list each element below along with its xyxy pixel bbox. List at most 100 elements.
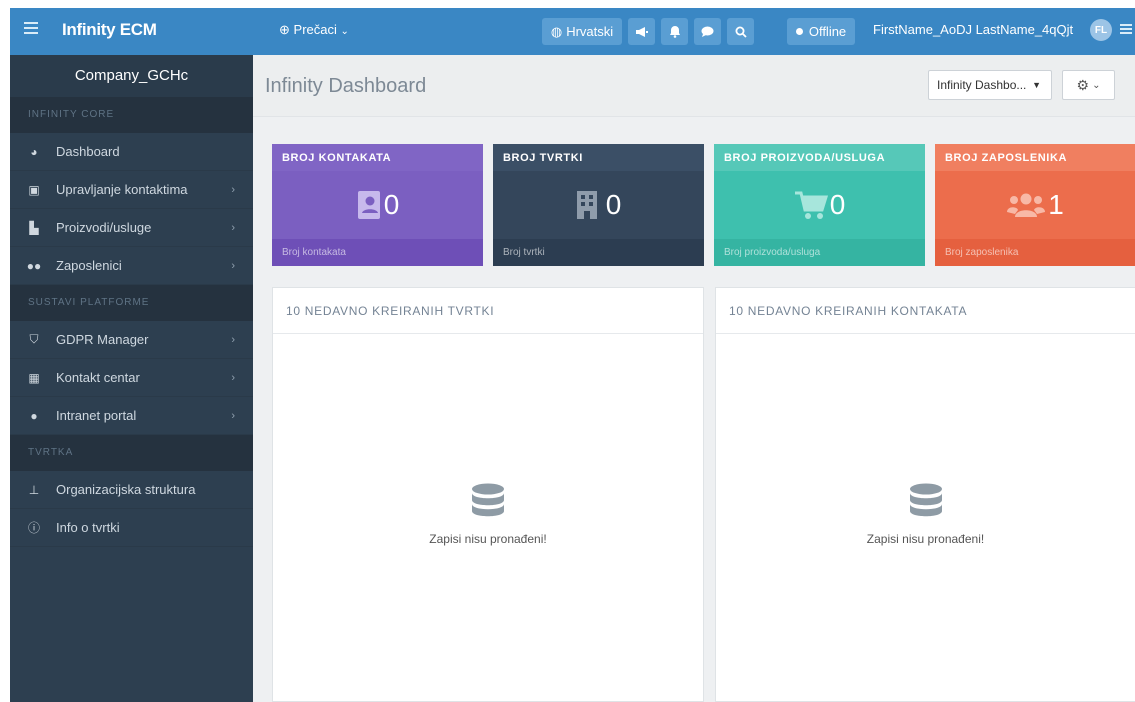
contact-card-icon: ▣ <box>28 182 40 197</box>
main-content: Infinity Dashboard Infinity Dashbo... ▼ … <box>253 55 1135 702</box>
sidebar-item-label: Intranet portal <box>56 408 137 423</box>
company-name: Company_GCHc <box>10 55 253 97</box>
sidebar-item-gdpr[interactable]: ⛉ GDPR Manager › <box>10 321 253 359</box>
database-icon <box>909 483 942 517</box>
gear-icon: ⚙ <box>1076 76 1090 93</box>
shortcuts-menu[interactable]: ⊕ Prečaci ⌄ <box>279 22 349 38</box>
page-title: Infinity Dashboard <box>265 75 427 97</box>
brand-logo[interactable]: Infinity ECM <box>62 20 157 40</box>
comment-icon: ● <box>30 408 38 423</box>
chevron-right-icon: › <box>231 222 235 234</box>
sidebar-item-company-info[interactable]: ⓘ Info o tvrtki <box>10 509 253 547</box>
sidebar-item-label: Upravljanje kontaktima <box>56 182 188 197</box>
sidebar-item-label: Kontakt centar <box>56 370 140 385</box>
card-footer: Broj zaposlenika <box>935 239 1135 266</box>
language-label: Hrvatski <box>566 24 614 39</box>
card-value: 0 <box>383 189 400 220</box>
sitemap-icon: ⊥ <box>28 482 40 497</box>
card-body: 0 <box>493 171 704 239</box>
user-name[interactable]: FirstName_AoDJ LastName_4qQjt <box>873 22 1073 37</box>
card-footer: Broj tvrtki <box>493 239 704 266</box>
empty-state: Zapisi nisu pronađeni! <box>273 483 703 546</box>
chevron-right-icon: › <box>231 372 235 384</box>
sidebar-item-dashboard[interactable]: ◕ Dashboard <box>10 133 253 171</box>
dashboard-select[interactable]: Infinity Dashbo... ▼ <box>928 70 1052 100</box>
chevron-right-icon: › <box>231 184 235 196</box>
database-icon <box>472 483 504 517</box>
recent-contacts-panel: 10 NEDAVNO KREIRANIH KONTAKATA Zapisi ni… <box>715 287 1135 702</box>
chevron-down-icon: ⌄ <box>340 26 349 37</box>
users-icon: ●● <box>26 258 42 273</box>
card-body: 0 <box>272 171 483 239</box>
sidebar-item-intranet[interactable]: ● Intranet portal › <box>10 397 253 435</box>
sidebar-item-label: GDPR Manager <box>56 332 149 347</box>
plus-circle-icon: ⊕ <box>279 22 290 37</box>
notifications-button[interactable] <box>661 18 688 45</box>
shopping-cart-icon <box>794 191 828 219</box>
panel-title: 10 NEDAVNO KREIRANIH TVRTKI <box>273 288 703 334</box>
card-title: BROJ PROIZVODA/USLUGA <box>714 144 925 171</box>
panel-title: 10 NEDAVNO KREIRANIH KONTAKATA <box>716 288 1135 334</box>
brand-bar: Infinity ECM <box>10 8 253 55</box>
stat-card-products[interactable]: BROJ PROIZVODA/USLUGA 0 Broj proizvoda/u… <box>714 144 925 266</box>
stat-card-companies[interactable]: BROJ TVRTKI 0 Broj tvrtki <box>493 144 704 266</box>
sidebar-item-label: Organizacijska struktura <box>56 482 196 497</box>
sidebar: Company_GCHc INFINITY CORE ◕ Dashboard ▣… <box>10 55 253 702</box>
card-title: BROJ ZAPOSLENIKA <box>935 144 1135 171</box>
empty-state: Zapisi nisu pronađeni! <box>716 483 1135 546</box>
top-nav: ⊕ Prečaci ⌄ ◍ Hrvatski Offline FirstName… <box>253 8 1135 55</box>
sidebar-item-label: Info o tvrtki <box>56 520 120 535</box>
card-title: BROJ TVRTKI <box>493 144 704 171</box>
status-dot-icon <box>795 28 803 35</box>
status-label: Offline <box>808 24 847 39</box>
sidebar-item-contacts[interactable]: ▣ Upravljanje kontaktima › <box>10 171 253 209</box>
sidebar-item-label: Zaposlenici <box>56 258 122 273</box>
empty-message: Zapisi nisu pronađeni! <box>429 532 547 546</box>
card-title: BROJ KONTAKATA <box>272 144 483 171</box>
sidebar-item-products[interactable]: ▙ Proizvodi/usluge › <box>10 209 253 247</box>
card-footer: Broj proizvoda/usluga <box>714 239 925 266</box>
address-book-icon <box>357 191 380 219</box>
card-footer: Broj kontakata <box>272 239 483 266</box>
globe-icon: ◍ <box>550 23 563 39</box>
boxes-icon: ▙ <box>29 220 39 235</box>
card-value: 1 <box>1048 189 1064 220</box>
chevron-right-icon: › <box>231 410 235 422</box>
shortcuts-label: Prečaci <box>293 22 337 37</box>
building-icon <box>576 191 597 219</box>
dashboard-icon: ◕ <box>30 144 38 159</box>
chevron-down-icon: ⌄ <box>1092 79 1101 91</box>
caret-down-icon: ▼ <box>1032 80 1041 90</box>
language-button[interactable]: ◍ Hrvatski <box>542 18 622 45</box>
section-infinity-core: INFINITY CORE <box>10 97 253 133</box>
card-body: 1 <box>935 171 1135 239</box>
messages-button[interactable] <box>694 18 721 45</box>
bell-icon <box>669 26 680 38</box>
sidebar-item-label: Dashboard <box>56 144 120 159</box>
bullhorn-icon <box>635 26 648 37</box>
online-status-button[interactable]: Offline <box>787 18 855 45</box>
recent-companies-panel: 10 NEDAVNO KREIRANIH TVRTKI Zapisi nisu … <box>272 287 704 702</box>
settings-button[interactable]: ⚙ ⌄ <box>1062 70 1115 100</box>
right-panel-toggle-icon[interactable] <box>1120 24 1132 34</box>
info-icon: ⓘ <box>27 521 40 535</box>
sidebar-item-employees[interactable]: ●● Zaposlenici › <box>10 247 253 285</box>
stat-card-employees[interactable]: BROJ ZAPOSLENIKA 1 Broj zaposlenika <box>935 144 1135 266</box>
building-icon: ▦ <box>28 370 40 385</box>
stat-card-contacts[interactable]: BROJ KONTAKATA 0 Broj kontakata <box>272 144 483 266</box>
page-header: Infinity Dashboard Infinity Dashbo... ▼ … <box>253 55 1135 117</box>
avatar[interactable]: FL <box>1090 19 1112 41</box>
card-value: 0 <box>605 189 622 220</box>
top-bar: Infinity ECM ⊕ Prečaci ⌄ ◍ Hrvatski Offl… <box>0 0 1135 55</box>
search-button[interactable] <box>727 18 754 45</box>
sidebar-item-contact-center[interactable]: ▦ Kontakt centar › <box>10 359 253 397</box>
dashboard-select-value: Infinity Dashbo... <box>937 78 1027 92</box>
chevron-right-icon: › <box>231 334 235 346</box>
announcements-button[interactable] <box>628 18 655 45</box>
sidebar-toggle-icon[interactable] <box>24 22 38 34</box>
section-company: TVRTKA <box>10 435 253 471</box>
card-body: 0 <box>714 171 925 239</box>
users-icon <box>1007 193 1046 217</box>
section-platform-systems: SUSTAVI PLATFORME <box>10 285 253 321</box>
sidebar-item-org-structure[interactable]: ⊥ Organizacijska struktura <box>10 471 253 509</box>
